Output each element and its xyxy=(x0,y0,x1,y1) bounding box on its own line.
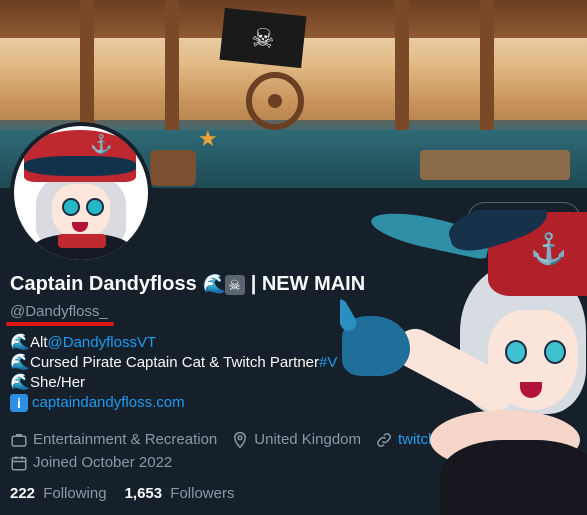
website-link[interactable]: captaindandyfloss.com xyxy=(32,393,185,413)
pirate-cat-character-overlay: ⚓ xyxy=(340,210,587,515)
display-name: Captain Dandyfloss xyxy=(10,273,197,295)
followers-label: Followers xyxy=(170,485,235,502)
avatar-eye xyxy=(62,198,80,216)
skull-crossbones-emoji-icon: ☠ xyxy=(224,274,245,295)
ship-wheel-icon xyxy=(246,72,304,130)
information-emoji-icon: i xyxy=(10,394,28,412)
followers-link[interactable]: 1,653 Followers xyxy=(125,485,235,502)
mention-link[interactable]: @DandyflossVT xyxy=(48,333,157,353)
banner-beam xyxy=(480,0,494,130)
character-eye xyxy=(505,340,527,364)
avatar-hat xyxy=(24,130,136,182)
barrel-icon xyxy=(150,150,196,186)
display-name-row: Captain Dandyfloss 🌊 ☠ | NEW MAIN xyxy=(10,273,365,296)
pirate-flag-icon: ☠ xyxy=(219,7,307,69)
avatar-eye xyxy=(86,198,104,216)
wave-emoji-icon: 🌊 xyxy=(10,334,30,351)
bio-line: 🌊 She/Her xyxy=(10,373,337,393)
joined-item: Joined October 2022 xyxy=(10,454,172,472)
anchor-icon: ⚓ xyxy=(90,134,113,154)
wave-emoji-icon: 🌊 xyxy=(10,354,30,371)
wave-emoji-icon: 🌊 xyxy=(10,374,30,391)
red-underline-annotation xyxy=(6,322,114,326)
calendar-icon xyxy=(11,455,27,470)
banner-beam xyxy=(395,0,409,130)
character-glove-pointing xyxy=(342,316,410,376)
category-item: Entertainment & Recreation xyxy=(10,431,217,449)
category-text: Entertainment & Recreation xyxy=(33,431,218,448)
wave-emoji-icon: 🌊 xyxy=(202,273,227,295)
following-count: 222 xyxy=(10,485,36,502)
banner-beam xyxy=(80,0,94,130)
bio-line: 🌊 Cursed Pirate Captain Cat & Twitch Par… xyxy=(10,353,337,373)
followers-count: 1,653 xyxy=(124,485,163,502)
follow-stats: 222 Following 1,653 Followers xyxy=(10,485,252,502)
banner-table xyxy=(420,150,570,180)
briefcase-icon xyxy=(11,433,27,447)
avatar[interactable]: ⚓ xyxy=(10,122,152,264)
following-link[interactable]: 222 Following xyxy=(10,485,107,502)
bio-text: Cursed Pirate Captain Cat & Twitch Partn… xyxy=(30,354,320,371)
avatar-collar xyxy=(58,234,106,248)
hashtag-link[interactable]: #V xyxy=(319,353,337,373)
following-label: Following xyxy=(43,485,107,502)
profile-bio: 🌊 Alt @DandyflossVT 🌊 Cursed Pirate Capt… xyxy=(10,333,337,413)
banner-beam xyxy=(165,0,179,130)
bio-line: 🌊 Alt @DandyflossVT xyxy=(10,333,337,353)
bio-text: Alt xyxy=(30,334,48,351)
character-eye xyxy=(544,340,566,364)
username-handle: @Dandyfloss_ xyxy=(10,303,108,320)
avatar-image: ⚓ xyxy=(14,126,148,260)
character-body xyxy=(440,440,587,515)
bio-text: She/Her xyxy=(30,374,86,391)
starfish-icon: ★ xyxy=(198,126,218,151)
location-pin-icon xyxy=(234,431,247,449)
bio-line: i captaindandyfloss.com xyxy=(10,393,337,413)
anchor-icon: ⚓ xyxy=(530,233,568,266)
joined-text: Joined October 2022 xyxy=(33,454,173,471)
